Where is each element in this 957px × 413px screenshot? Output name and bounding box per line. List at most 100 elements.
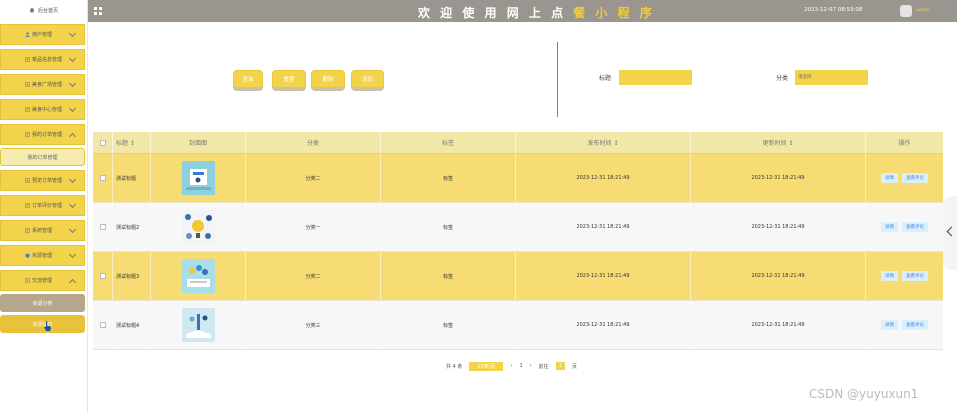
list-icon xyxy=(25,203,30,208)
avatar[interactable] xyxy=(900,5,912,17)
row-title: 测试标题2 xyxy=(113,203,151,251)
row-checkbox[interactable] xyxy=(99,273,106,279)
sidebar-item-dishes[interactable]: 菜品信息管理 xyxy=(0,49,85,70)
column-header-cover: 封面图 xyxy=(151,132,246,153)
column-header-title[interactable]: 标题 ↕ xyxy=(113,132,151,153)
sidebar-item-label: 用户管理 xyxy=(32,32,53,38)
page-number[interactable]: 1 xyxy=(519,363,522,369)
page-title: 欢 迎 使 用 网 上 点 餐 小 程 序 xyxy=(418,4,655,21)
list-icon xyxy=(25,228,30,233)
sidebar-item-label: 美食中心管理 xyxy=(32,107,63,113)
view-reviews-button[interactable]: 查看评论 xyxy=(902,320,928,330)
detail-button[interactable]: 详情 xyxy=(881,222,898,232)
search-button[interactable]: 查询 xyxy=(233,70,263,88)
row-checkbox[interactable] xyxy=(99,322,106,328)
page-size-select[interactable]: 10条/页 xyxy=(469,361,504,371)
add-button[interactable]: 添加 xyxy=(351,70,384,88)
list-icon xyxy=(25,278,30,283)
grid-menu-icon[interactable] xyxy=(94,7,102,15)
row-tag: 标签 xyxy=(381,203,516,251)
top-header: 欢 迎 使 用 网 上 点 餐 小 程 序 2023-12-07 08:53:0… xyxy=(88,0,957,22)
chevron-down-icon xyxy=(68,104,77,113)
view-reviews-button[interactable]: 查看评论 xyxy=(902,222,928,232)
category-filter-select[interactable] xyxy=(795,70,868,85)
column-header-category: 分类 xyxy=(246,132,381,153)
row-select-cell xyxy=(93,252,113,300)
table-row: 测试标题2 分类一 标签 2023-12-31 18:21:49 2023-12… xyxy=(93,203,943,252)
chevron-down-icon xyxy=(68,175,77,184)
row-category: 分类二 xyxy=(246,154,381,202)
title-filter-input[interactable] xyxy=(619,70,692,85)
data-table: 标题 ↕ 封面图 分类 标签 发布时间 ↕ 更新时间 ↕ 操作 测试标题 分类二… xyxy=(93,132,943,350)
select-all-checkbox[interactable] xyxy=(99,139,106,146)
sidebar-subitem-label: 资源分类 xyxy=(32,300,53,307)
sidebar-item-food-center[interactable]: 美食中心管理 xyxy=(0,99,85,120)
sidebar-item-users[interactable]: 用户管理 xyxy=(0,24,85,45)
view-reviews-button[interactable]: 查看评论 xyxy=(902,173,928,183)
title-filter-label: 标题 xyxy=(599,75,612,82)
row-category: 分类一 xyxy=(246,203,381,251)
list-icon xyxy=(25,132,30,137)
row-category: 分类二 xyxy=(246,252,381,300)
cover-image[interactable] xyxy=(181,210,215,244)
cover-image[interactable] xyxy=(181,161,215,195)
toolbar-divider xyxy=(557,42,558,117)
cursor-hand-icon xyxy=(44,321,51,331)
reset-button[interactable]: 重置 xyxy=(272,70,306,88)
column-header-updated[interactable]: 更新时间 ↕ xyxy=(691,132,866,153)
row-checkbox[interactable] xyxy=(99,175,106,181)
row-actions: 详情 查看评论 xyxy=(866,301,943,349)
row-updated: 2023-12-31 18:21:49 xyxy=(691,203,866,251)
sidebar-item-label: 交流管理 xyxy=(32,278,53,284)
sidebar-home-label: 后台首页 xyxy=(37,7,58,14)
sidebar-item-resources[interactable]: 资源管理 xyxy=(0,245,85,266)
chevron-up-icon xyxy=(68,132,77,141)
row-updated: 2023-12-31 18:21:49 xyxy=(691,252,866,300)
cover-image[interactable] xyxy=(181,259,215,293)
sidebar-item-reviews[interactable]: 订单评价管理 xyxy=(0,195,85,216)
row-published: 2023-12-31 18:21:49 xyxy=(516,203,691,251)
sidebar-home[interactable]: 后台首页 xyxy=(0,0,87,20)
sidebar-item-label: 系统管理 xyxy=(32,228,53,234)
detail-button[interactable]: 详情 xyxy=(881,320,898,330)
sidebar-item-exchange[interactable]: 交流管理 xyxy=(0,270,85,291)
detail-button[interactable]: 详情 xyxy=(881,173,898,183)
cover-image[interactable] xyxy=(181,308,215,342)
row-actions: 详情 查看评论 xyxy=(866,203,943,251)
goto-suffix: 页 xyxy=(571,363,577,370)
pagination: 共 4 条 10条/页 ‹ 1 › 前往 1 页 xyxy=(446,361,577,371)
user-icon xyxy=(25,32,30,37)
goto-page-input[interactable]: 1 xyxy=(555,362,565,370)
delete-button[interactable]: 删除 xyxy=(311,70,345,88)
watermark: CSDN @yuyuxun1 xyxy=(809,387,919,401)
column-header-published[interactable]: 发布时间 ↕ xyxy=(516,132,691,153)
chevron-left-icon[interactable] xyxy=(943,196,957,270)
chevron-down-icon xyxy=(68,250,77,259)
sidebar-item-reservations[interactable]: 预定订单管理 xyxy=(0,170,85,191)
username[interactable]: admin xyxy=(916,8,930,13)
table-row: 测试标题 分类二 标签 2023-12-31 18:21:49 2023-12-… xyxy=(93,154,943,203)
sidebar-item-label: 我的订单管理 xyxy=(32,132,63,138)
row-select-cell xyxy=(93,301,113,349)
sidebar: 后台首页 用户管理 菜品信息管理 美食广场管理 美食中心管理 我的订单管理 我的… xyxy=(0,0,88,413)
sidebar-item-my-orders[interactable]: 我的订单管理 xyxy=(0,124,85,145)
row-category: 分类三 xyxy=(246,301,381,349)
sidebar-item-food-square[interactable]: 美食广场管理 xyxy=(0,74,85,95)
next-page-button[interactable]: › xyxy=(530,363,532,369)
sidebar-item-system[interactable]: 系统管理 xyxy=(0,220,85,241)
row-updated: 2023-12-31 18:21:49 xyxy=(691,154,866,202)
view-reviews-button[interactable]: 查看评论 xyxy=(902,271,928,281)
row-tag: 标签 xyxy=(381,252,516,300)
row-checkbox[interactable] xyxy=(99,224,106,230)
category-filter-label: 分类 xyxy=(776,75,789,82)
table-row: 测试标题4 分类三 标签 2023-12-31 18:21:49 2023-12… xyxy=(93,301,943,350)
list-icon xyxy=(25,178,30,183)
row-updated: 2023-12-31 18:21:49 xyxy=(691,301,866,349)
prev-page-button[interactable]: ‹ xyxy=(510,363,512,369)
row-select-cell xyxy=(93,203,113,251)
detail-button[interactable]: 详情 xyxy=(881,271,898,281)
sidebar-subitem-my-orders[interactable]: 我的订单管理 xyxy=(0,148,85,166)
sidebar-subitem-resource-category[interactable]: 资源分类 xyxy=(0,294,85,312)
list-icon xyxy=(25,107,30,112)
sidebar-subitem-resource-info[interactable]: 资源信息 xyxy=(0,315,85,333)
